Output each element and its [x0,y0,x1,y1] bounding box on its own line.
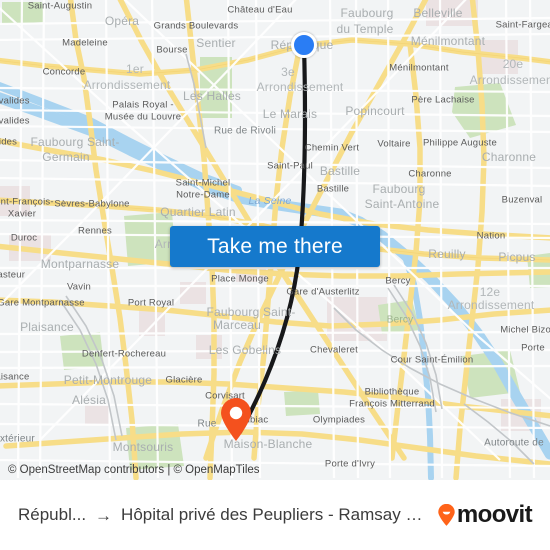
map-attribution: © OpenStreetMap contributors | © OpenMap… [8,464,260,476]
destination-marker[interactable] [219,398,253,442]
map-viewport[interactable]: Saint-Augustin Château d'Eau Belleville Opé… [0,0,550,480]
origin-label: Républ... [18,505,87,524]
arrow-right-icon: → [95,505,113,525]
moovit-route-preview: Saint-Augustin Château d'Eau Belleville Opé… [0,0,550,550]
moovit-logo[interactable]: moovit [437,501,533,528]
footer-content: Républ... → Hôpital privé des Peupliers … [0,503,550,527]
moovit-pin-icon [437,503,456,527]
origin-marker[interactable] [291,32,317,58]
destination-label: Hôpital privé des Peupliers - Ramsay Gén… [121,505,428,524]
moovit-wordmark: moovit [456,501,533,528]
take-me-there-button[interactable]: Take me there [170,226,380,267]
route-footer-bar: Républ... → Hôpital privé des Peupliers … [0,480,550,550]
